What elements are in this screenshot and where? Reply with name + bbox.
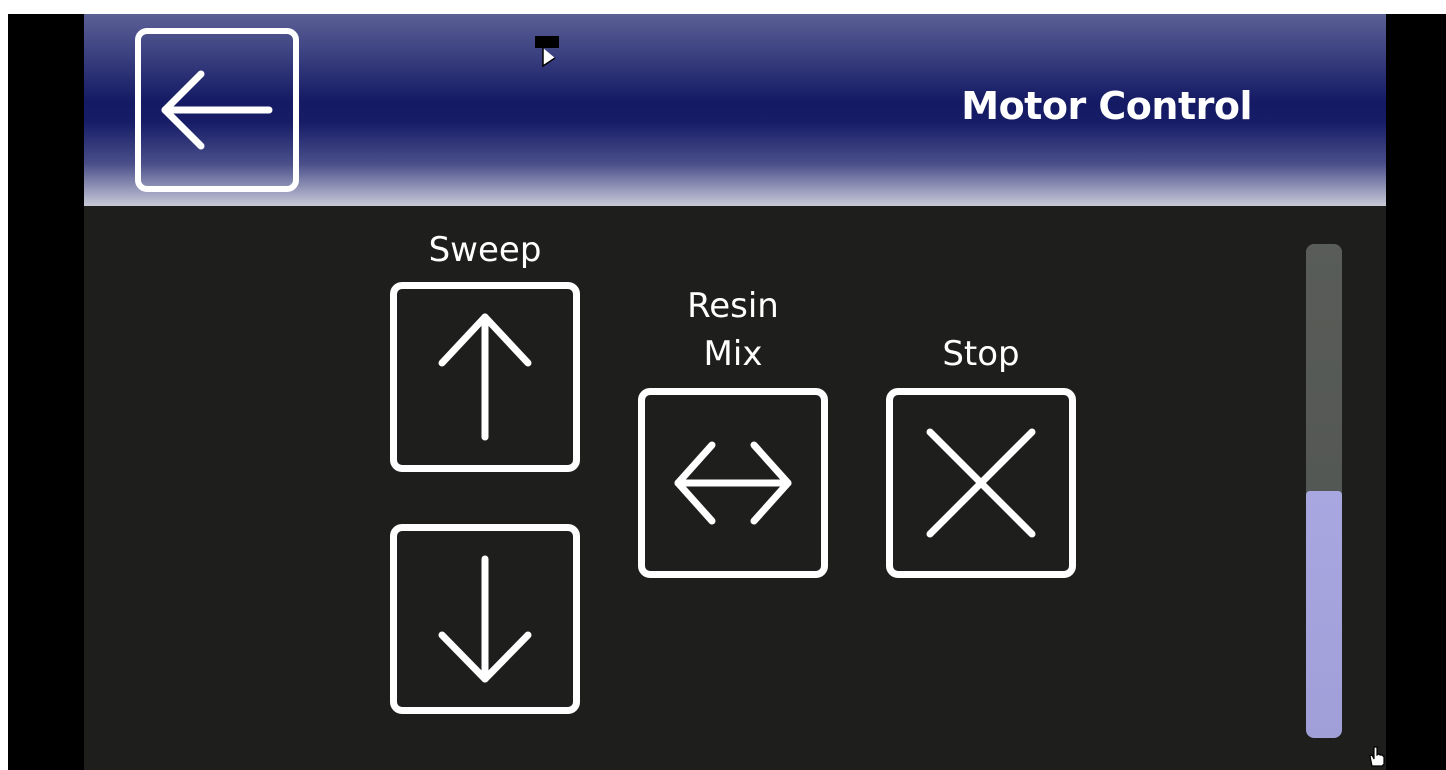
arrow-left-right-icon [674, 441, 792, 525]
stop-button[interactable] [886, 388, 1076, 578]
stop-label: Stop [942, 334, 1020, 374]
vertical-scrollbar[interactable] [1306, 244, 1342, 738]
sweep-label: Sweep [428, 230, 542, 270]
resin-mix-label-line2: Mix [703, 334, 763, 374]
resin-mix-label: Resin Mix [638, 282, 828, 378]
x-icon [926, 428, 1036, 538]
resin-mix-label-line1: Resin [687, 286, 779, 326]
letterbox-right [1386, 14, 1446, 770]
arrow-up-icon [438, 313, 532, 441]
sweep-up-button[interactable] [390, 282, 580, 472]
cursor-marker-icon [535, 36, 559, 68]
arrow-down-icon [438, 555, 532, 683]
hand-cursor-icon [1369, 746, 1385, 767]
sweep-down-button[interactable] [390, 524, 580, 714]
letterbox-left [8, 14, 84, 770]
page-title: Motor Control [961, 84, 1252, 128]
motor-control-screen: Motor Control Sweep Resin Mix Stop [84, 14, 1386, 770]
back-button[interactable] [135, 28, 299, 192]
arrow-left-icon [161, 70, 273, 150]
resin-mix-button[interactable] [638, 388, 828, 578]
header-bar: Motor Control [84, 14, 1386, 206]
scrollbar-fill[interactable] [1306, 491, 1342, 738]
stage: Motor Control Sweep Resin Mix Stop [0, 0, 1446, 770]
